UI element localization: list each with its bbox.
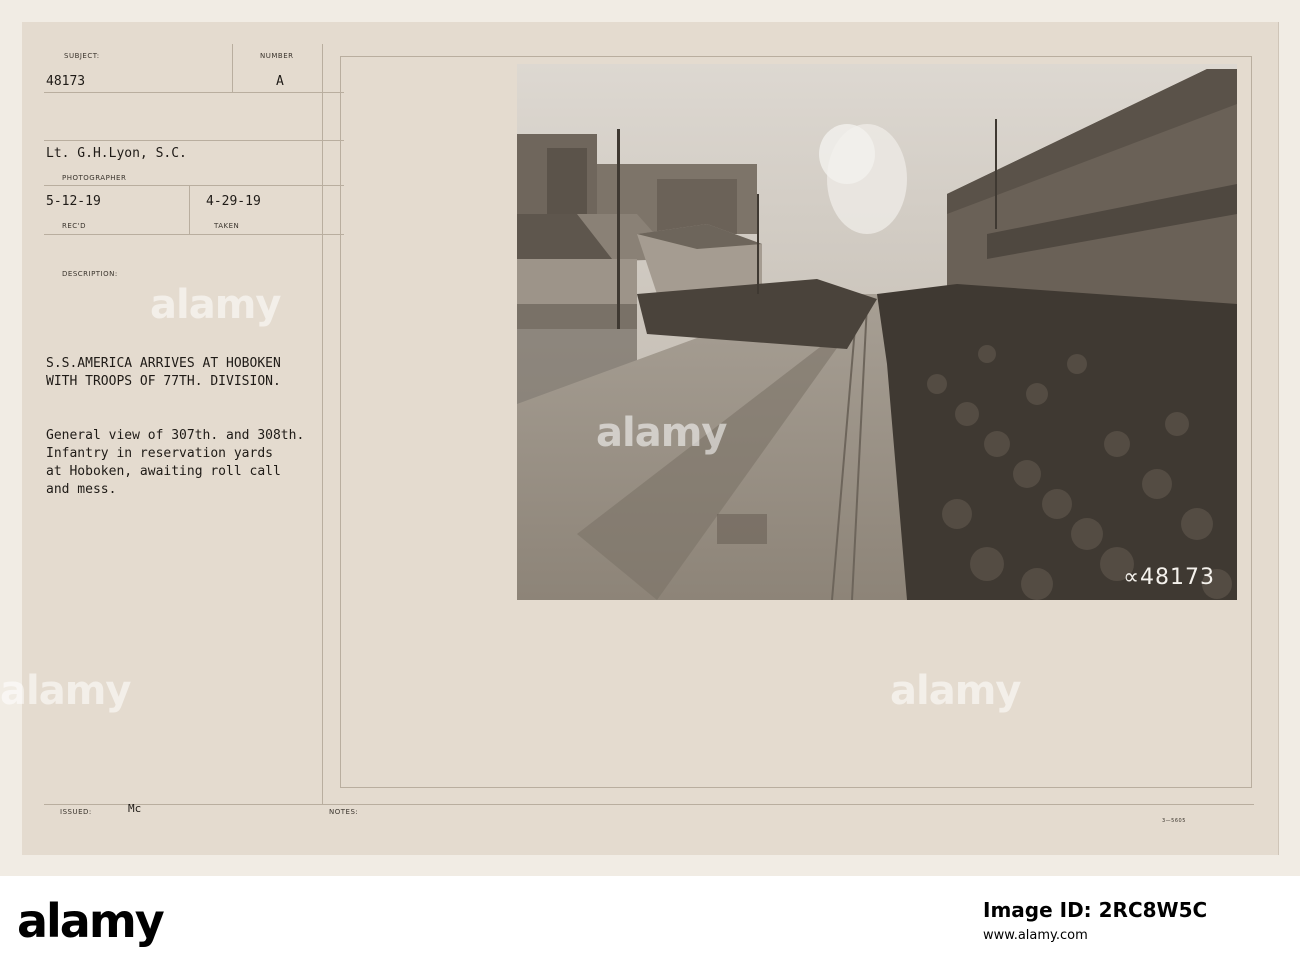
photograph: ∝48173	[517, 64, 1237, 600]
watermark: alamy	[0, 668, 131, 714]
recd-label: REC'D	[62, 222, 86, 230]
title-line-1: S.S.AMERICA ARRIVES AT HOBOKEN	[46, 356, 281, 371]
number-value: A	[276, 74, 284, 89]
alamy-logo: alamy	[17, 894, 165, 948]
image-id: Image ID: 2RC8W5C	[983, 898, 1208, 922]
divider	[44, 140, 344, 141]
subject-value: 48173	[46, 74, 86, 89]
divider	[232, 44, 233, 92]
photo-illustration	[517, 64, 1237, 600]
title-line-2: WITH TROOPS OF 77TH. DIVISION.	[46, 374, 281, 389]
description-line-2: Infantry in reservation yards	[46, 446, 273, 461]
description-line-3: at Hoboken, awaiting roll call	[46, 464, 281, 479]
issued-label: ISSUED:	[60, 808, 92, 816]
divider	[44, 234, 344, 235]
subject-label: SUBJECT:	[64, 52, 100, 60]
photographer-value: Lt. G.H.Lyon, S.C.	[46, 146, 187, 161]
watermark: alamy	[596, 410, 727, 456]
negative-number: ∝48173	[1123, 565, 1215, 590]
photographer-label: PHOTOGRAPHER	[62, 174, 127, 182]
form-number: 3—5605	[1162, 818, 1186, 824]
description-line-1: General view of 307th. and 308th.	[46, 428, 305, 443]
issued-value: Mc	[128, 802, 142, 815]
watermark: alamy	[890, 668, 1021, 714]
divider	[322, 44, 323, 804]
divider	[44, 92, 344, 93]
divider	[189, 185, 190, 234]
negative-number-value: 48173	[1140, 565, 1215, 590]
taken-label: TAKEN	[214, 222, 240, 230]
site-url[interactable]: www.alamy.com	[983, 928, 1088, 943]
recd-value: 5-12-19	[46, 194, 101, 209]
divider	[44, 185, 344, 186]
description-line-4: and mess.	[46, 482, 117, 497]
divider	[44, 804, 1254, 805]
notes-label: NOTES:	[329, 808, 359, 816]
description-label: DESCRIPTION:	[62, 270, 118, 278]
number-label: NUMBER	[260, 52, 294, 60]
stock-footer: alamy Image ID: 2RC8W5C www.alamy.com	[0, 876, 1300, 967]
watermark: alamy	[150, 282, 281, 328]
taken-value: 4-29-19	[206, 194, 261, 209]
